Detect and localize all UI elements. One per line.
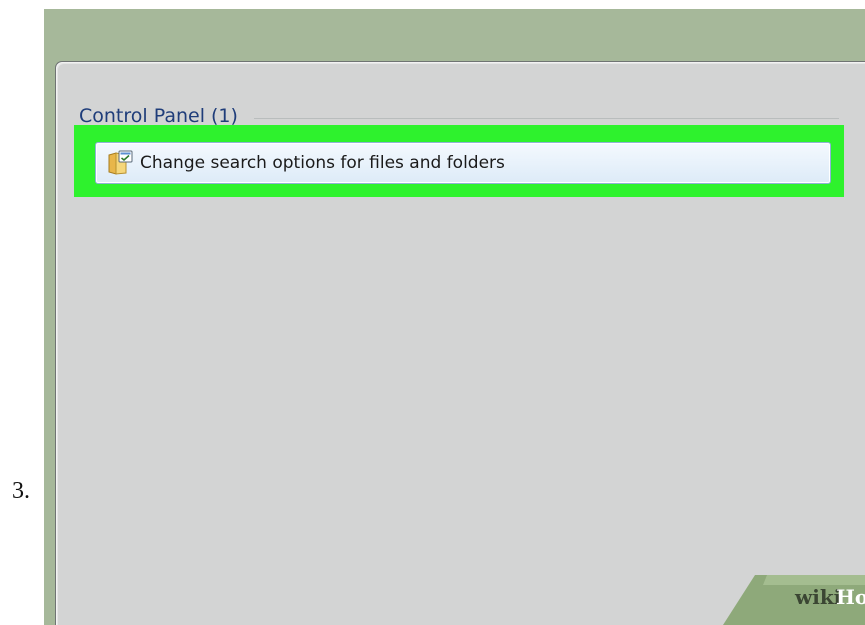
windows-screenshot: Control Panel (1) Change search options … (44, 9, 865, 625)
folder-options-icon (106, 149, 134, 177)
tutorial-step: 3. Control Panel (1) Change search optio… (0, 0, 865, 625)
step-number: 3. (12, 478, 30, 504)
section-divider (253, 117, 839, 119)
watermark-how: How (836, 585, 865, 609)
start-menu-search-panel: Control Panel (1) Change search options … (55, 61, 865, 625)
search-result-change-search-options[interactable]: Change search options for files and fold… (95, 142, 831, 184)
watermark-wiki: wiki (795, 585, 842, 609)
wikihow-watermark: wiki How (715, 575, 865, 625)
search-result-label: Change search options for files and fold… (140, 153, 505, 173)
